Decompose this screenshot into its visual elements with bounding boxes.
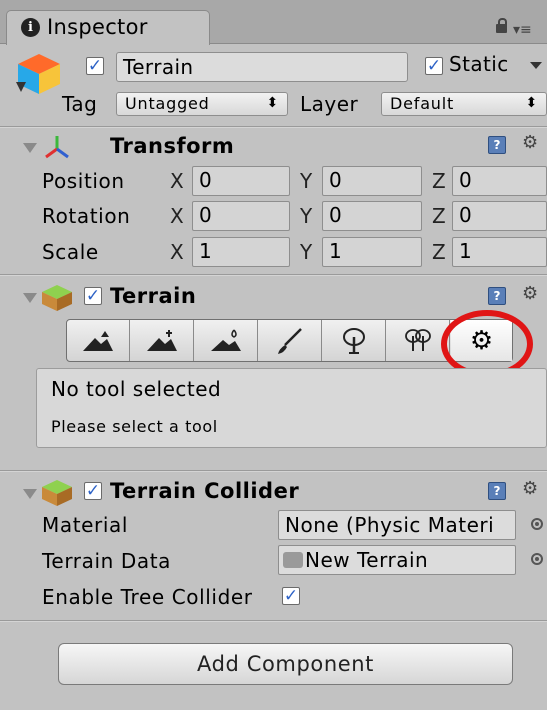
tool-help-box: No tool selected Please select a tool: [36, 368, 547, 448]
scale-y-field[interactable]: 1: [322, 237, 422, 267]
inspector-tab-strip: i Inspector ▾≡: [0, 0, 547, 45]
gameobject-name-field[interactable]: Terrain: [116, 52, 408, 82]
terrain-data-label: Terrain Data: [42, 549, 172, 573]
scale-z-field[interactable]: 1: [452, 237, 547, 267]
separator: [0, 126, 547, 128]
material-field[interactable]: None (Physic Materi: [278, 510, 516, 540]
position-y-field[interactable]: 0: [322, 166, 422, 196]
layer-dropdown-arrow-icon: ⬍: [525, 95, 538, 111]
component-settings-gear-icon[interactable]: ⚙: [522, 134, 538, 152]
info-icon: i: [21, 18, 40, 37]
terrain-data-value: New Terrain: [305, 548, 429, 572]
no-tool-message: No tool selected: [51, 377, 222, 401]
layer-label: Layer: [300, 92, 359, 116]
rotation-y-field[interactable]: 0: [322, 201, 422, 231]
object-picker-icon[interactable]: [531, 518, 543, 530]
place-trees-button[interactable]: [323, 320, 386, 361]
help-icon[interactable]: ?: [488, 287, 506, 305]
layer-dropdown[interactable]: Default ⬍: [381, 92, 547, 116]
rotation-label: Rotation: [42, 204, 131, 228]
inspector-tab-label: Inspector: [47, 15, 148, 39]
position-x-axis-label[interactable]: X: [170, 169, 184, 193]
component-settings-gear-icon[interactable]: ⚙: [522, 285, 538, 303]
component-settings-gear-icon[interactable]: ⚙: [522, 480, 538, 498]
terrain-collider-title: Terrain Collider: [110, 479, 300, 503]
enable-tree-collider-label: Enable Tree Collider: [42, 585, 253, 609]
paint-texture-button[interactable]: [259, 320, 322, 361]
scale-x-axis-label[interactable]: X: [170, 240, 184, 264]
enable-tree-collider-checkbox[interactable]: ✓: [282, 587, 300, 605]
terrain-collider-icon: [40, 478, 74, 513]
rotation-z-axis-label[interactable]: Z: [432, 204, 446, 228]
gameobject-cube-icon: [14, 52, 64, 101]
tab-menu-icon[interactable]: ▾≡: [513, 22, 532, 38]
position-y-axis-label[interactable]: Y: [300, 169, 312, 193]
tag-value: Untagged: [125, 94, 210, 113]
scale-x-field[interactable]: 1: [192, 237, 290, 267]
raise-lower-terrain-button[interactable]: [67, 320, 130, 361]
help-icon[interactable]: ?: [488, 482, 506, 500]
transform-title: Transform: [110, 134, 235, 158]
place-trees-icon: [343, 327, 365, 354]
transform-axes-icon: [42, 134, 72, 165]
tag-dropdown-arrow-icon: ⬍: [266, 95, 279, 111]
scale-label: Scale: [42, 240, 99, 264]
smooth-height-button[interactable]: [195, 320, 258, 361]
paint-texture-icon: [278, 327, 302, 354]
terrain-collider-enabled-checkbox[interactable]: ✓: [84, 482, 102, 500]
inspector-tab[interactable]: i Inspector: [6, 10, 210, 45]
position-z-axis-label[interactable]: Z: [432, 169, 446, 193]
paint-height-icon: [147, 329, 177, 351]
static-checkbox[interactable]: ✓: [425, 57, 443, 75]
terrain-title: Terrain: [110, 284, 197, 308]
rotation-y-axis-label[interactable]: Y: [300, 204, 312, 228]
terrain-foldout-icon[interactable]: [23, 293, 37, 303]
object-picker-icon[interactable]: [531, 553, 543, 565]
material-label: Material: [42, 513, 129, 537]
separator: [0, 620, 547, 622]
static-dropdown-icon[interactable]: [530, 62, 542, 69]
terrain-asset-icon: [283, 552, 303, 568]
lock-icon[interactable]: [496, 18, 507, 33]
position-z-field[interactable]: 0: [452, 166, 547, 196]
rotation-x-field[interactable]: 0: [192, 201, 290, 231]
gameobject-active-checkbox[interactable]: ✓: [86, 57, 104, 75]
smooth-height-icon: [211, 329, 241, 351]
raise-lower-terrain-icon: [83, 330, 113, 351]
terrain-collider-foldout-icon[interactable]: [23, 489, 37, 499]
position-x-field[interactable]: 0: [192, 166, 290, 196]
add-component-button[interactable]: Add Component: [58, 643, 513, 685]
scale-z-axis-label[interactable]: Z: [432, 240, 446, 264]
tag-label: Tag: [62, 92, 98, 116]
paint-details-icon: [405, 328, 431, 351]
transform-foldout-icon[interactable]: [23, 143, 37, 153]
separator: [0, 274, 547, 276]
paint-height-button[interactable]: [131, 320, 194, 361]
terrain-component-icon: [40, 283, 74, 318]
rotation-x-axis-label[interactable]: X: [170, 204, 184, 228]
rotation-z-field[interactable]: 0: [452, 201, 547, 231]
layer-value: Default: [390, 94, 455, 113]
position-label: Position: [42, 169, 125, 193]
help-icon[interactable]: ?: [488, 136, 506, 154]
terrain-enabled-checkbox[interactable]: ✓: [84, 287, 102, 305]
static-label: Static: [449, 52, 509, 76]
terrain-data-field[interactable]: New Terrain: [278, 545, 516, 575]
select-tool-hint: Please select a tool: [51, 417, 218, 436]
tag-dropdown[interactable]: Untagged ⬍: [116, 92, 288, 116]
scale-y-axis-label[interactable]: Y: [300, 240, 312, 264]
separator: [0, 470, 547, 472]
